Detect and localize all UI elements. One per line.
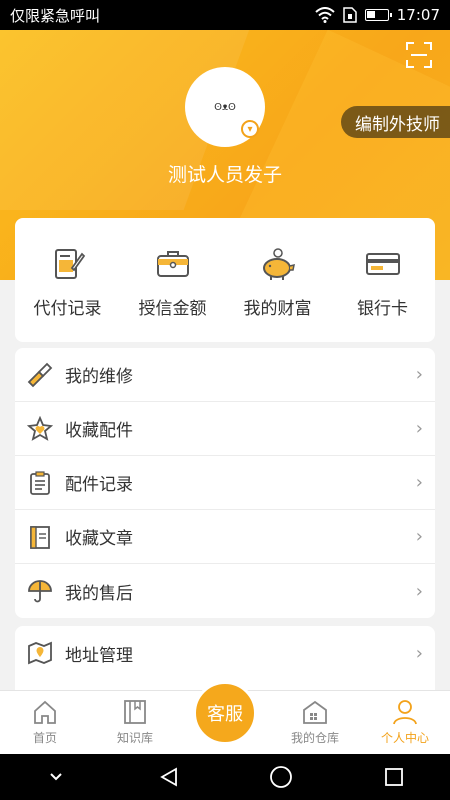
avatar-face: ʘᴥʘ [214, 101, 236, 113]
quick-item-label: 授信金额 [138, 299, 207, 319]
status-bar: 仅限紧急呼叫 17:07 [0, 0, 450, 30]
tab-label: 我的仓库 [290, 731, 339, 745]
briefcase-icon [156, 251, 189, 277]
quick-item-credit[interactable]: 授信金额 [120, 218, 225, 342]
chevron-right-icon: › [415, 580, 423, 602]
chevron-right-icon: › [415, 364, 423, 385]
back-icon[interactable] [149, 762, 189, 792]
chevron-right-icon: › [415, 472, 423, 493]
tab-label: 个人中心 [380, 731, 429, 745]
menu-item-label: 配件记录 [65, 475, 133, 495]
tab-label: 知识库 [116, 731, 153, 745]
menu-item-address[interactable]: 地址管理 › [15, 626, 435, 680]
system-nav-bar [0, 754, 450, 800]
bank-card-icon [365, 253, 400, 275]
umbrella-icon [28, 580, 52, 603]
quick-item-label: 银行卡 [357, 299, 408, 319]
menu-card: 我的维修 › 收藏配件 › 配件记录 › 收藏文章 › 我的售后 › [15, 348, 435, 618]
chevron-right-icon: › [415, 642, 423, 664]
quick-item-label: 我的财富 [243, 299, 312, 319]
menu-item-saved-articles[interactable]: 收藏文章 › [15, 510, 435, 564]
battery-icon [364, 9, 392, 21]
menu-item-parts-records[interactable]: 配件记录 › [15, 456, 435, 510]
tech-button[interactable]: 编制外技师 [341, 106, 450, 138]
book-icon [30, 525, 50, 549]
sim-icon [343, 7, 357, 23]
collapse-icon[interactable] [36, 762, 76, 792]
menu-item-label: 我的维修 [65, 367, 133, 387]
piggy-bank-icon [262, 248, 295, 280]
tab-home[interactable]: 首页 [0, 691, 90, 754]
emergency-call-text: 仅限紧急呼叫 [10, 6, 101, 25]
menu-item-label: 我的售后 [65, 583, 133, 604]
menu-item-after-sales[interactable]: 我的售后 › [15, 564, 435, 618]
customer-service-button[interactable]: 客服 [193, 681, 257, 745]
menu-item-saved-parts[interactable]: 收藏配件 › [15, 402, 435, 456]
quick-item-wealth[interactable]: 我的财富 [225, 218, 330, 342]
chevron-right-icon: › [415, 418, 423, 439]
menu-item-label: 收藏文章 [65, 529, 133, 549]
tab-warehouse[interactable]: 我的仓库 [270, 691, 360, 754]
chevron-right-icon: › [415, 526, 423, 547]
star-heart-icon [27, 415, 53, 441]
username: 测试人员发子 [167, 164, 282, 186]
tab-knowledge[interactable]: 知识库 [90, 691, 180, 754]
clipboard-list-icon [30, 470, 50, 495]
quick-item-label: 代付记录 [33, 299, 102, 319]
map-icon [28, 641, 52, 665]
recents-icon[interactable] [374, 762, 414, 792]
home-icon [34, 700, 56, 724]
tab-label: 首页 [32, 731, 57, 745]
scan-icon[interactable] [406, 42, 432, 68]
warehouse-icon [303, 700, 327, 724]
menu-item-my-repairs[interactable]: 我的维修 › [15, 348, 435, 402]
person-icon [393, 700, 417, 725]
quick-actions-card: 代付记录 授信金额 我的财富 银行卡 [15, 218, 435, 342]
quick-item-payment-records[interactable]: 代付记录 [15, 218, 120, 342]
menu-item-label: 收藏配件 [65, 421, 133, 441]
screwdriver-icon [27, 362, 53, 387]
tab-personal[interactable]: 个人中心 [360, 691, 450, 754]
book-icon [124, 700, 146, 724]
clipboard-pen-icon [54, 249, 85, 279]
menu-item-label: 地址管理 [65, 645, 133, 666]
chevron-down-circle-icon: ▾ [241, 120, 259, 138]
wifi-icon [315, 7, 335, 23]
quick-item-bank-card[interactable]: 银行卡 [330, 218, 435, 342]
home-circle-icon[interactable] [261, 762, 301, 792]
clock: 17:07 [396, 6, 440, 24]
